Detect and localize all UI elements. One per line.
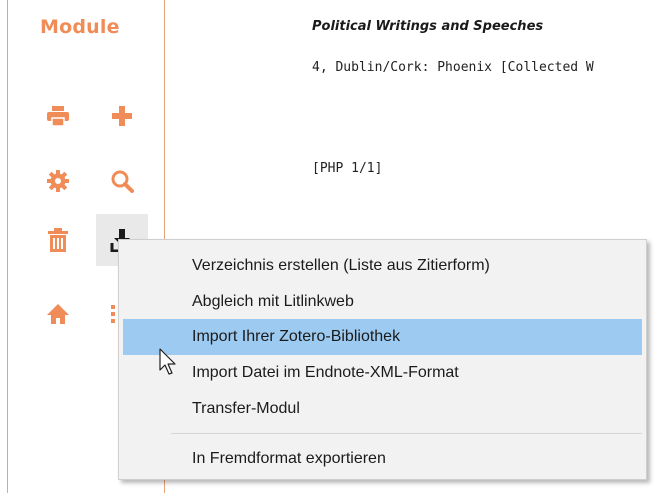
frame-border-left bbox=[7, 0, 8, 493]
plus-icon bbox=[112, 106, 132, 126]
menu-item-endnote-xml-import[interactable]: Import Datei im Endnote-XML-Format bbox=[123, 355, 642, 391]
delete-button[interactable] bbox=[32, 214, 84, 266]
menu-item-create-index[interactable]: Verzeichnis erstellen (Liste aus Zitierf… bbox=[123, 248, 642, 284]
home-icon bbox=[47, 304, 69, 324]
home-button[interactable] bbox=[32, 288, 84, 340]
menu-item-export-foreign-format[interactable]: In Fremdformat exportieren bbox=[123, 441, 642, 477]
search-icon bbox=[111, 170, 134, 193]
menu-item-litlinkweb-sync[interactable]: Abgleich mit Litlinkweb bbox=[123, 284, 642, 320]
menu-item-zotero-import[interactable]: Import Ihrer Zotero-Bibliothek bbox=[123, 319, 642, 355]
record-title: Political Writings and Speeches bbox=[312, 19, 544, 34]
record-page-reference: [PHP 1/1] bbox=[312, 161, 383, 176]
trash-icon bbox=[48, 228, 68, 252]
record-publication-line: 4, Dublin/Cork: Phoenix [Collected W bbox=[312, 60, 594, 75]
settings-button[interactable] bbox=[32, 155, 84, 207]
import-export-context-menu: Verzeichnis erstellen (Liste aus Zitierf… bbox=[118, 239, 647, 480]
print-button[interactable] bbox=[32, 90, 84, 142]
menu-item-transfer-module[interactable]: Transfer-Modul bbox=[123, 391, 642, 427]
search-button[interactable] bbox=[96, 155, 148, 207]
menu-separator bbox=[171, 433, 642, 434]
module-panel-title: Module bbox=[40, 16, 120, 38]
mouse-cursor-icon bbox=[159, 348, 176, 375]
printer-icon bbox=[47, 106, 69, 127]
gear-icon bbox=[47, 170, 69, 192]
add-button[interactable] bbox=[96, 90, 148, 142]
